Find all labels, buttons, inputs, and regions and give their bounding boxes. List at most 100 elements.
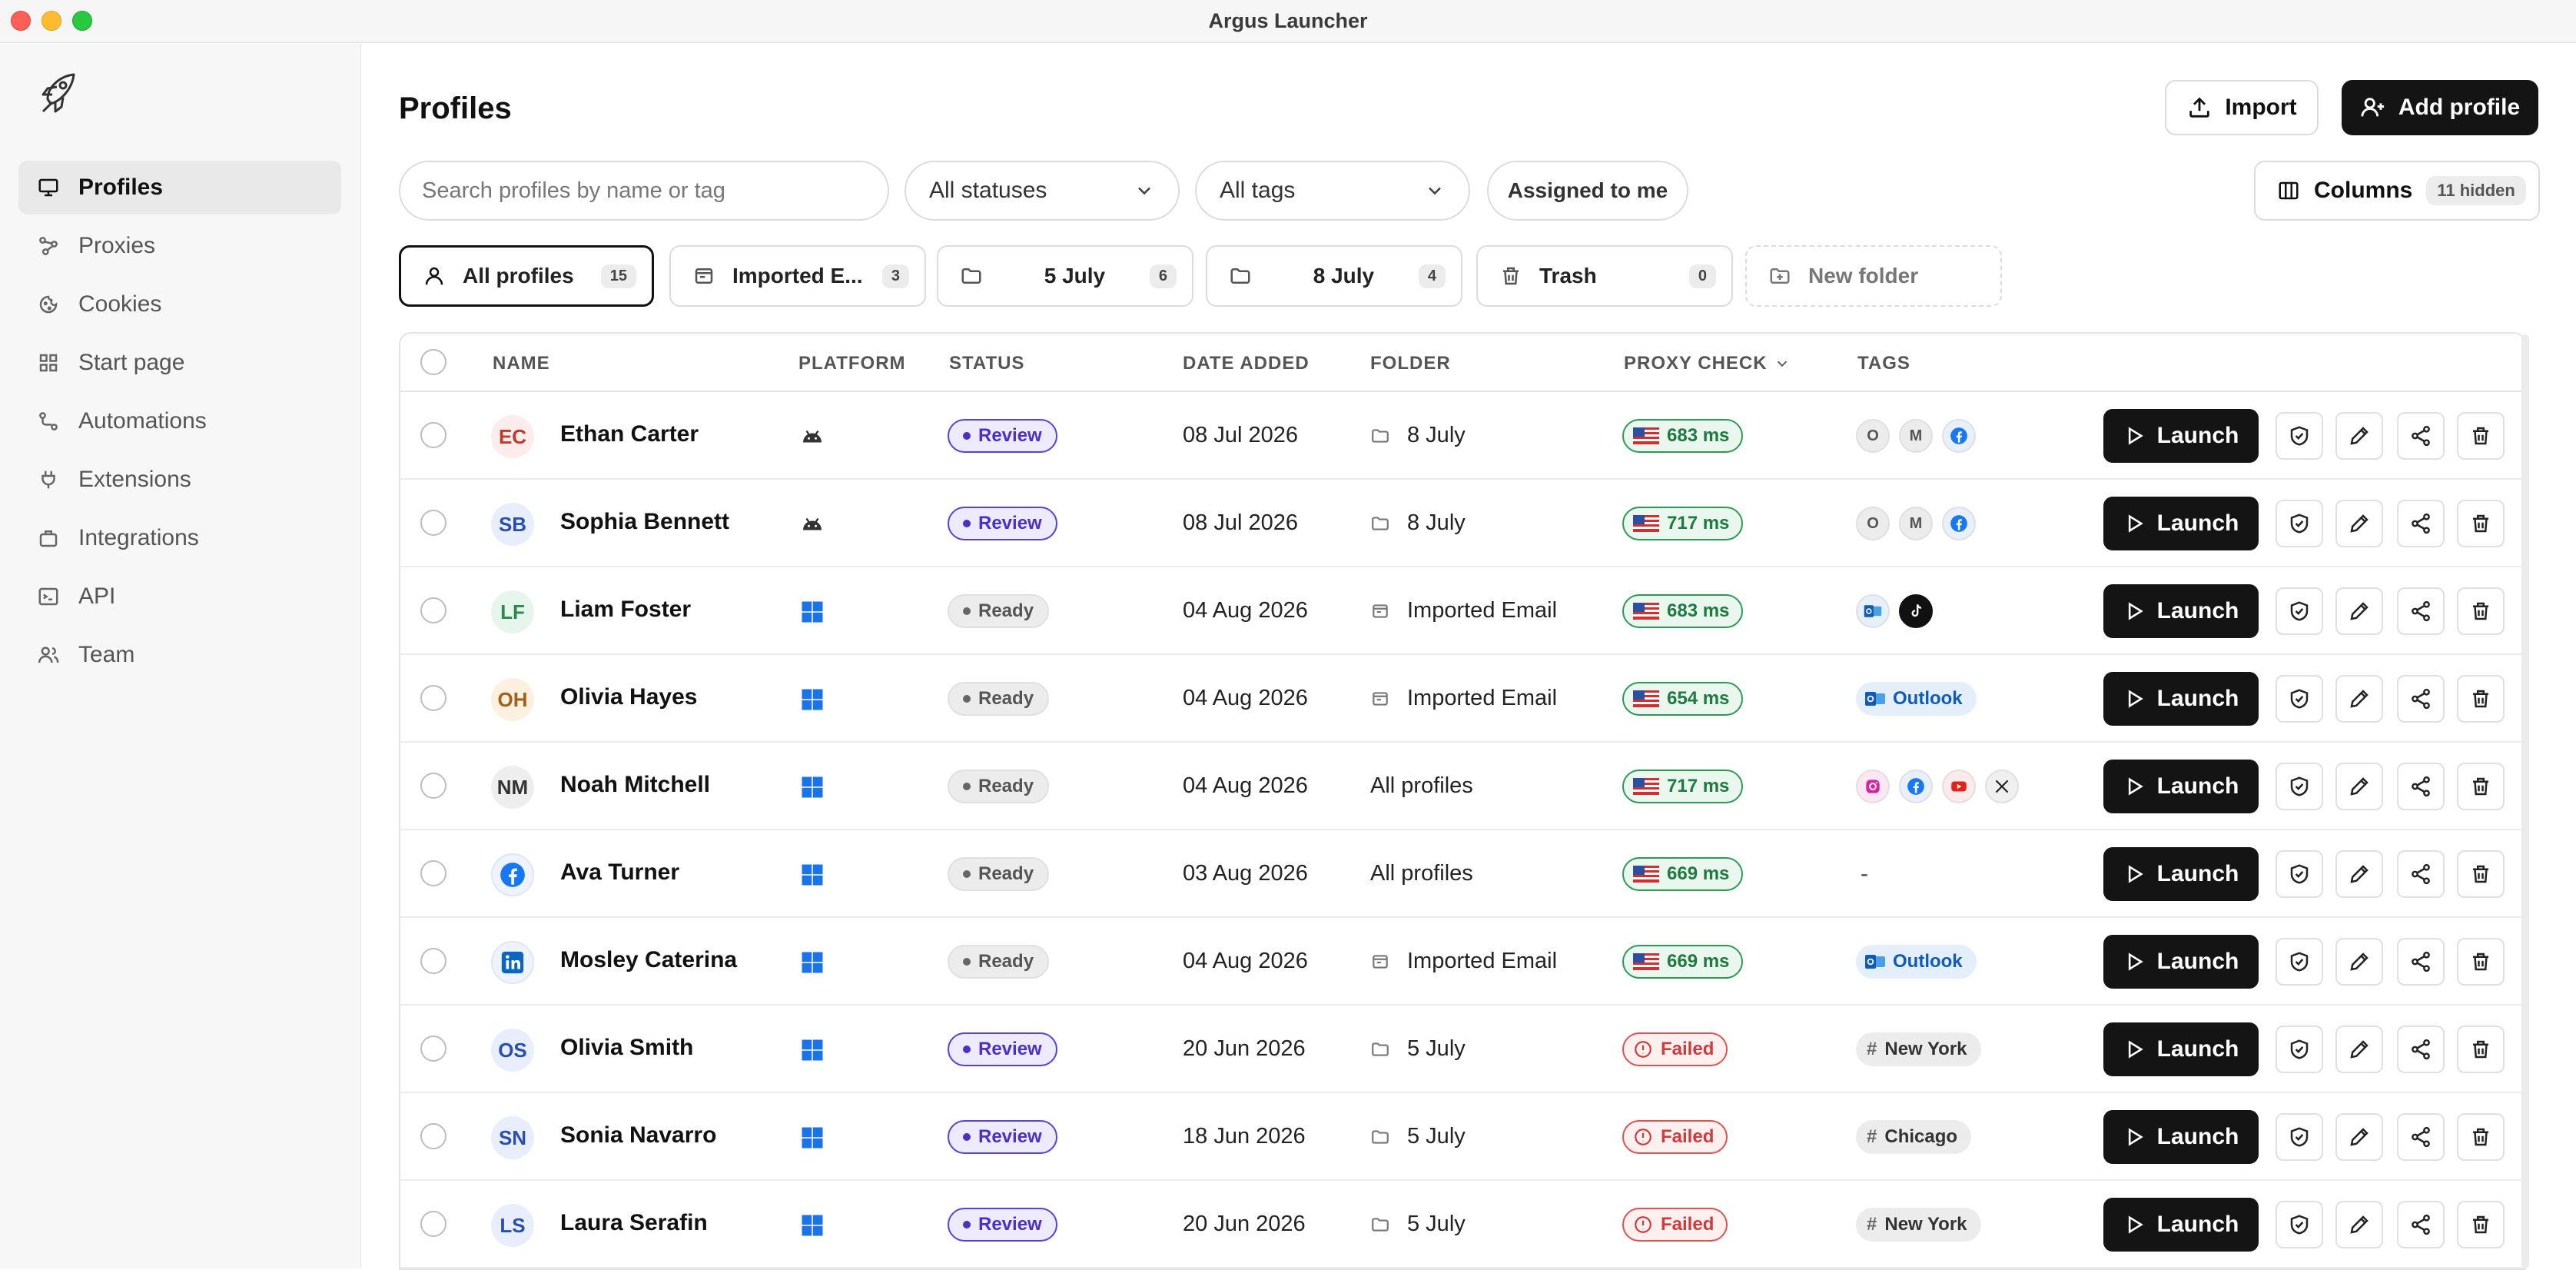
- table-row[interactable]: Mosley Caterina Ready 04 Aug 2026 Import…: [400, 918, 2525, 1006]
- share-button[interactable]: [2397, 763, 2445, 810]
- share-button[interactable]: [2397, 1113, 2445, 1161]
- delete-button[interactable]: [2457, 587, 2505, 635]
- proxy-settings-button[interactable]: [2276, 1201, 2323, 1248]
- sidebar-item-team[interactable]: Team: [18, 628, 341, 682]
- folder-tab-imported-email[interactable]: Imported E... 3: [669, 245, 926, 307]
- share-button[interactable]: [2397, 587, 2445, 635]
- column-header-status[interactable]: STATUS: [949, 353, 1024, 374]
- delete-button[interactable]: [2457, 412, 2505, 460]
- share-button[interactable]: [2397, 938, 2445, 986]
- launch-button[interactable]: Launch: [2103, 672, 2259, 726]
- edit-button[interactable]: [2335, 500, 2383, 547]
- row-checkbox[interactable]: [420, 510, 446, 536]
- profile-name[interactable]: Olivia Smith: [560, 1035, 693, 1061]
- edit-button[interactable]: [2335, 412, 2383, 460]
- share-button[interactable]: [2397, 1026, 2445, 1073]
- profile-name[interactable]: Olivia Hayes: [560, 684, 697, 710]
- tag-letter[interactable]: O: [1856, 507, 1890, 540]
- proxy-settings-button[interactable]: [2276, 1113, 2323, 1161]
- sidebar-item-cookies[interactable]: Cookies: [18, 278, 341, 331]
- search-input[interactable]: [399, 161, 889, 221]
- tag-outlook[interactable]: [1856, 594, 1890, 628]
- profile-name[interactable]: Noah Mitchell: [560, 772, 710, 798]
- proxy-settings-button[interactable]: [2276, 938, 2323, 986]
- tags-filter-select[interactable]: All tags: [1195, 161, 1470, 221]
- delete-button[interactable]: [2457, 1113, 2505, 1161]
- row-checkbox[interactable]: [420, 860, 446, 886]
- launch-button[interactable]: Launch: [2103, 584, 2259, 638]
- table-row[interactable]: EC Ethan Carter Review 08 Jul 2026 8 Jul…: [400, 392, 2525, 480]
- edit-button[interactable]: [2335, 1201, 2383, 1248]
- folder-tab-8-july[interactable]: 8 July 4: [1206, 245, 1462, 307]
- share-button[interactable]: [2397, 1201, 2445, 1248]
- row-checkbox[interactable]: [420, 685, 446, 711]
- row-checkbox[interactable]: [420, 1211, 446, 1237]
- sidebar-item-extensions[interactable]: Extensions: [18, 453, 341, 507]
- column-header-name[interactable]: NAME: [493, 353, 550, 374]
- add-profile-button[interactable]: Add profile: [2342, 80, 2538, 135]
- table-row[interactable]: OS Olivia Smith Review 20 Jun 2026 5 Jul…: [400, 1006, 2525, 1093]
- tag-outlook[interactable]: Outlook: [1856, 945, 1977, 979]
- column-header-date-added[interactable]: DATE ADDED: [1183, 353, 1310, 374]
- launch-button[interactable]: Launch: [2103, 935, 2259, 989]
- proxy-settings-button[interactable]: [2276, 1026, 2323, 1073]
- profile-name[interactable]: Liam Foster: [560, 597, 691, 623]
- profile-name[interactable]: Ethan Carter: [560, 421, 699, 447]
- row-checkbox[interactable]: [420, 773, 446, 799]
- column-header-platform[interactable]: PLATFORM: [798, 353, 906, 374]
- proxy-settings-button[interactable]: [2276, 675, 2323, 723]
- tag-letter[interactable]: M: [1899, 419, 1933, 453]
- edit-button[interactable]: [2335, 763, 2383, 810]
- delete-button[interactable]: [2457, 675, 2505, 723]
- profile-name[interactable]: Laura Serafin: [560, 1210, 708, 1236]
- launch-button[interactable]: Launch: [2103, 1198, 2259, 1252]
- share-button[interactable]: [2397, 412, 2445, 460]
- share-button[interactable]: [2397, 500, 2445, 547]
- tag-youtube[interactable]: [1942, 770, 1976, 803]
- sidebar-item-proxies[interactable]: Proxies: [18, 219, 341, 273]
- delete-button[interactable]: [2457, 763, 2505, 810]
- delete-button[interactable]: [2457, 1201, 2505, 1248]
- folder-tab-trash[interactable]: Trash 0: [1476, 245, 1733, 307]
- column-header-tags[interactable]: TAGS: [1857, 353, 1910, 374]
- share-button[interactable]: [2397, 850, 2445, 898]
- tag-outlook[interactable]: Outlook: [1856, 682, 1977, 716]
- launch-button[interactable]: Launch: [2103, 1022, 2259, 1076]
- launch-button[interactable]: Launch: [2103, 760, 2259, 813]
- profile-name[interactable]: Sophia Bennett: [560, 509, 729, 535]
- folder-tab-5-july[interactable]: 5 July 6: [937, 245, 1193, 307]
- column-header-proxy-check[interactable]: PROXY CHECK: [1624, 353, 1791, 374]
- tag-location[interactable]: # New York: [1856, 1032, 1981, 1066]
- edit-button[interactable]: [2335, 1113, 2383, 1161]
- table-row[interactable]: SB Sophia Bennett Review 08 Jul 2026 8 J…: [400, 480, 2525, 567]
- sidebar-item-api[interactable]: API: [18, 570, 341, 623]
- sidebar-item-start-page[interactable]: Start page: [18, 336, 341, 390]
- proxy-settings-button[interactable]: [2276, 500, 2323, 547]
- tag-facebook[interactable]: [1899, 770, 1933, 803]
- delete-button[interactable]: [2457, 850, 2505, 898]
- delete-button[interactable]: [2457, 938, 2505, 986]
- row-checkbox[interactable]: [420, 1036, 446, 1062]
- table-row[interactable]: NM Noah Mitchell Ready 04 Aug 2026 All p…: [400, 743, 2525, 830]
- new-folder-button[interactable]: New folder: [1745, 245, 2002, 307]
- table-row[interactable]: LS Laura Serafin Review 20 Jun 2026 5 Ju…: [400, 1181, 2525, 1268]
- table-row[interactable]: OH Olivia Hayes Ready 04 Aug 2026 Import…: [400, 655, 2525, 743]
- tag-tiktok[interactable]: [1899, 594, 1933, 628]
- status-filter-select[interactable]: All statuses: [905, 161, 1180, 221]
- table-scrollbar[interactable]: [2521, 334, 2529, 1268]
- launch-button[interactable]: Launch: [2103, 409, 2259, 463]
- row-checkbox[interactable]: [420, 422, 446, 448]
- proxy-settings-button[interactable]: [2276, 412, 2323, 460]
- import-button[interactable]: Import: [2165, 80, 2319, 135]
- sidebar-item-integrations[interactable]: Integrations: [18, 511, 341, 565]
- launch-button[interactable]: Launch: [2103, 497, 2259, 550]
- launch-button[interactable]: Launch: [2103, 1110, 2259, 1164]
- column-header-folder[interactable]: FOLDER: [1370, 353, 1451, 374]
- edit-button[interactable]: [2335, 587, 2383, 635]
- profile-name[interactable]: Mosley Caterina: [560, 947, 737, 973]
- tag-letter[interactable]: M: [1899, 507, 1933, 540]
- proxy-settings-button[interactable]: [2276, 763, 2323, 810]
- columns-button[interactable]: Columns 11 hidden: [2254, 161, 2540, 221]
- select-all-checkbox[interactable]: [420, 349, 446, 375]
- tag-location[interactable]: # Chicago: [1856, 1120, 1972, 1154]
